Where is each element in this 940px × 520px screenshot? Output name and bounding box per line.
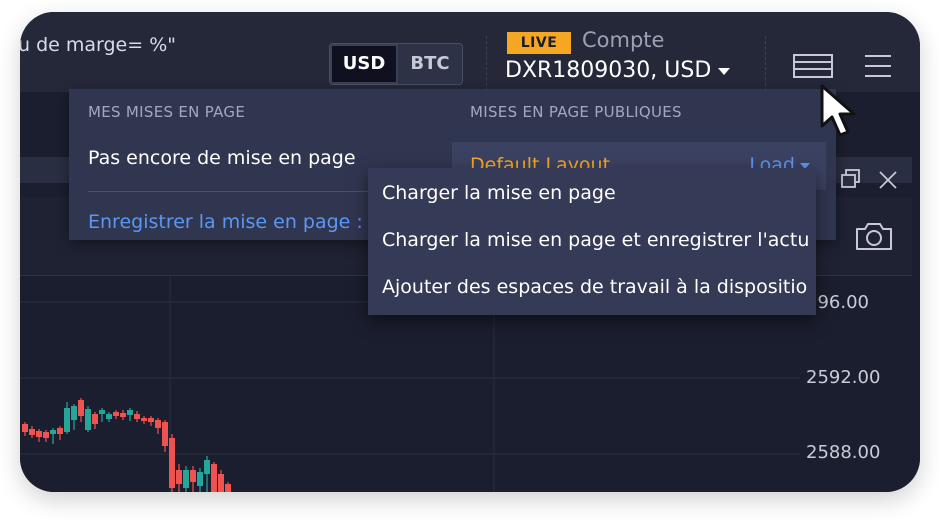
app-window: u de marge= %" USD BTC LIVE Compte DXR18… <box>20 12 920 492</box>
menu-item-load-layout[interactable]: Charger la mise en page <box>382 182 616 204</box>
margin-text: u de marge= %" <box>20 34 177 56</box>
price-axis-label: 2588.00 <box>806 442 881 463</box>
candle-body <box>43 432 49 438</box>
account-selector[interactable]: DXR1809030, USD <box>505 58 731 83</box>
mouse-pointer-icon <box>820 84 856 137</box>
hamburger-menu-icon[interactable] <box>864 52 892 80</box>
candle-body <box>71 406 77 420</box>
currency-usd-button[interactable]: USD <box>330 44 398 84</box>
currency-btc-button[interactable]: BTC <box>398 44 462 84</box>
live-badge: LIVE <box>507 32 571 54</box>
candle-body <box>225 484 231 492</box>
candle-body <box>197 472 203 486</box>
divider <box>486 36 487 96</box>
candle-body <box>50 430 56 434</box>
account-id: DXR1809030, USD <box>505 58 712 83</box>
candle-body <box>85 409 91 430</box>
candle-body <box>141 418 147 421</box>
currency-toggle[interactable]: USD BTC <box>329 43 463 85</box>
chevron-down-icon <box>718 67 731 75</box>
candle-body <box>78 400 84 416</box>
candle-body <box>120 413 126 417</box>
candle-body <box>22 424 28 432</box>
candle-body <box>169 438 175 488</box>
public-layouts-heading: MISES EN PAGE PUBLIQUES <box>470 103 682 121</box>
candle-body <box>211 464 217 492</box>
load-submenu: Charger la mise en page Charger la mise … <box>368 168 816 315</box>
candle-body <box>183 470 189 488</box>
candle-body <box>134 414 140 419</box>
candle-body <box>113 412 119 416</box>
candle-body <box>29 429 35 435</box>
candle-body <box>204 460 210 474</box>
candle-body <box>176 470 182 484</box>
candle-body <box>106 414 112 419</box>
price-axis-label: 2592.00 <box>806 367 881 388</box>
candle-body <box>57 428 63 434</box>
candle-body <box>92 414 98 424</box>
divider <box>765 36 766 96</box>
top-bar: u de marge= %" USD BTC LIVE Compte DXR18… <box>20 12 920 96</box>
divider <box>88 191 378 192</box>
menu-item-add-workspaces[interactable]: Ajouter des espaces de travail à la disp… <box>382 276 807 298</box>
my-layouts-heading: MES MISES EN PAGE <box>88 103 246 121</box>
candle-body <box>64 408 70 432</box>
layout-icon[interactable] <box>793 54 833 78</box>
candle-body <box>155 420 161 428</box>
candle-body <box>127 410 133 415</box>
candle-body <box>190 470 196 482</box>
save-layout-link[interactable]: Enregistrer la mise en page : <box>88 211 363 233</box>
candle-body <box>162 422 168 446</box>
close-icon[interactable] <box>877 169 899 191</box>
menu-item-load-and-save[interactable]: Charger la mise en page et enregistrer l… <box>382 229 809 251</box>
candle-body <box>218 474 224 492</box>
account-label: Compte <box>582 28 665 52</box>
candle-body <box>36 431 42 437</box>
restore-window-icon[interactable] <box>840 168 862 190</box>
camera-icon[interactable] <box>854 220 894 252</box>
candle-body <box>99 410 105 414</box>
no-layout-text: Pas encore de mise en page <box>88 147 356 169</box>
candle-body <box>148 418 154 422</box>
